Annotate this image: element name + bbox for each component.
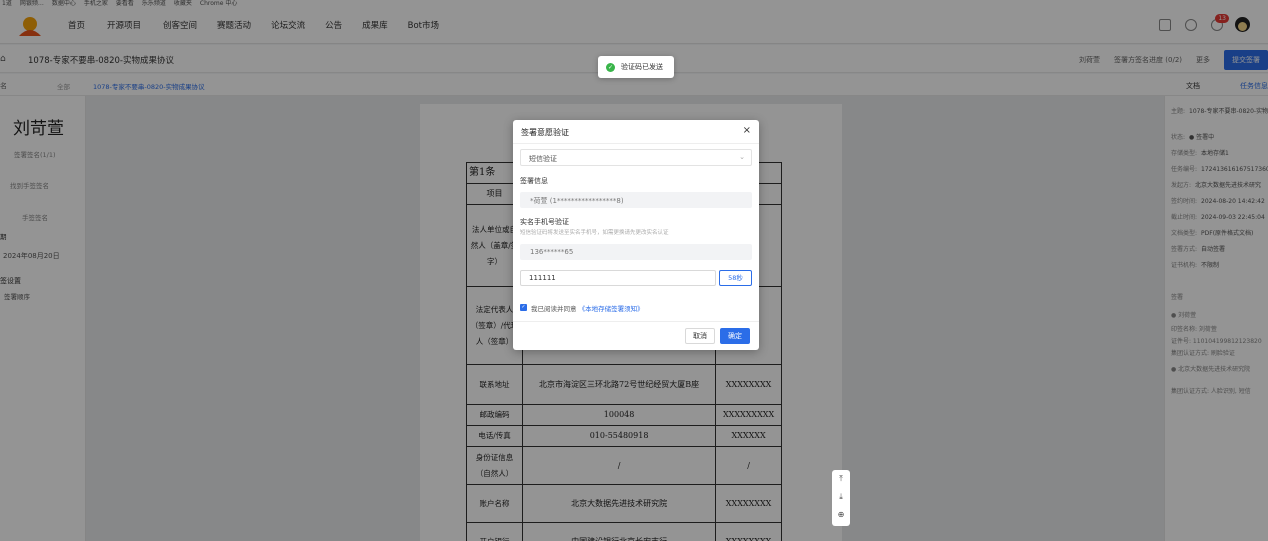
zoom-icon[interactable]: ⊕ xyxy=(832,506,850,524)
code-input[interactable]: 111111 xyxy=(520,270,716,286)
phone-hint: 短信验证码将发送至实名手机号，如需更换请先更改实名认证 xyxy=(520,230,669,236)
verify-method-value: 短信验证 xyxy=(529,155,557,163)
download-icon[interactable]: ⤓ xyxy=(832,488,850,506)
signer-field: *荷萱 (1*****************8) xyxy=(520,192,752,208)
top-icon[interactable]: ⤒ xyxy=(832,470,850,488)
agree-checkbox[interactable]: ✓ xyxy=(520,304,527,311)
page: 1道 网银频… 数据中心 手机之家 要看看 乐乐频道 收藏夹 Chrome 中心 首页 开源项目… xyxy=(0,0,1268,541)
agree-prefix: 我已阅读并同意 xyxy=(531,305,577,313)
float-toolbar: ⤒ ⤓ ⊕ xyxy=(832,470,850,526)
divider xyxy=(513,143,759,144)
modal-title: 签署意愿验证 xyxy=(521,128,569,137)
close-icon[interactable]: × xyxy=(743,125,751,136)
agree-text: 我已阅读并同意 《本地存储签署须知》 xyxy=(531,303,644,313)
sign-verify-modal: 签署意愿验证 × 短信验证 ⌄ 签署信息 *荷萱 (1*************… xyxy=(513,120,759,350)
verify-method-select[interactable]: 短信验证 ⌄ xyxy=(520,149,752,166)
cancel-button[interactable]: 取消 xyxy=(685,328,715,344)
confirm-button[interactable]: 确定 xyxy=(720,328,750,344)
toast-message: ✓ 验证码已发送 xyxy=(598,56,674,78)
toast-text: 验证码已发送 xyxy=(621,63,663,71)
chevron-down-icon: ⌄ xyxy=(739,153,745,161)
check-icon: ✓ xyxy=(606,62,615,72)
divider xyxy=(513,321,759,322)
signer-label: 签署信息 xyxy=(520,177,548,185)
phone-field: 136******65 xyxy=(520,244,752,260)
phone-label: 实名手机号验证 xyxy=(520,218,569,226)
resend-countdown-button[interactable]: 58秒 xyxy=(719,270,752,286)
agree-link[interactable]: 《本地存储签署须知》 xyxy=(579,305,644,313)
